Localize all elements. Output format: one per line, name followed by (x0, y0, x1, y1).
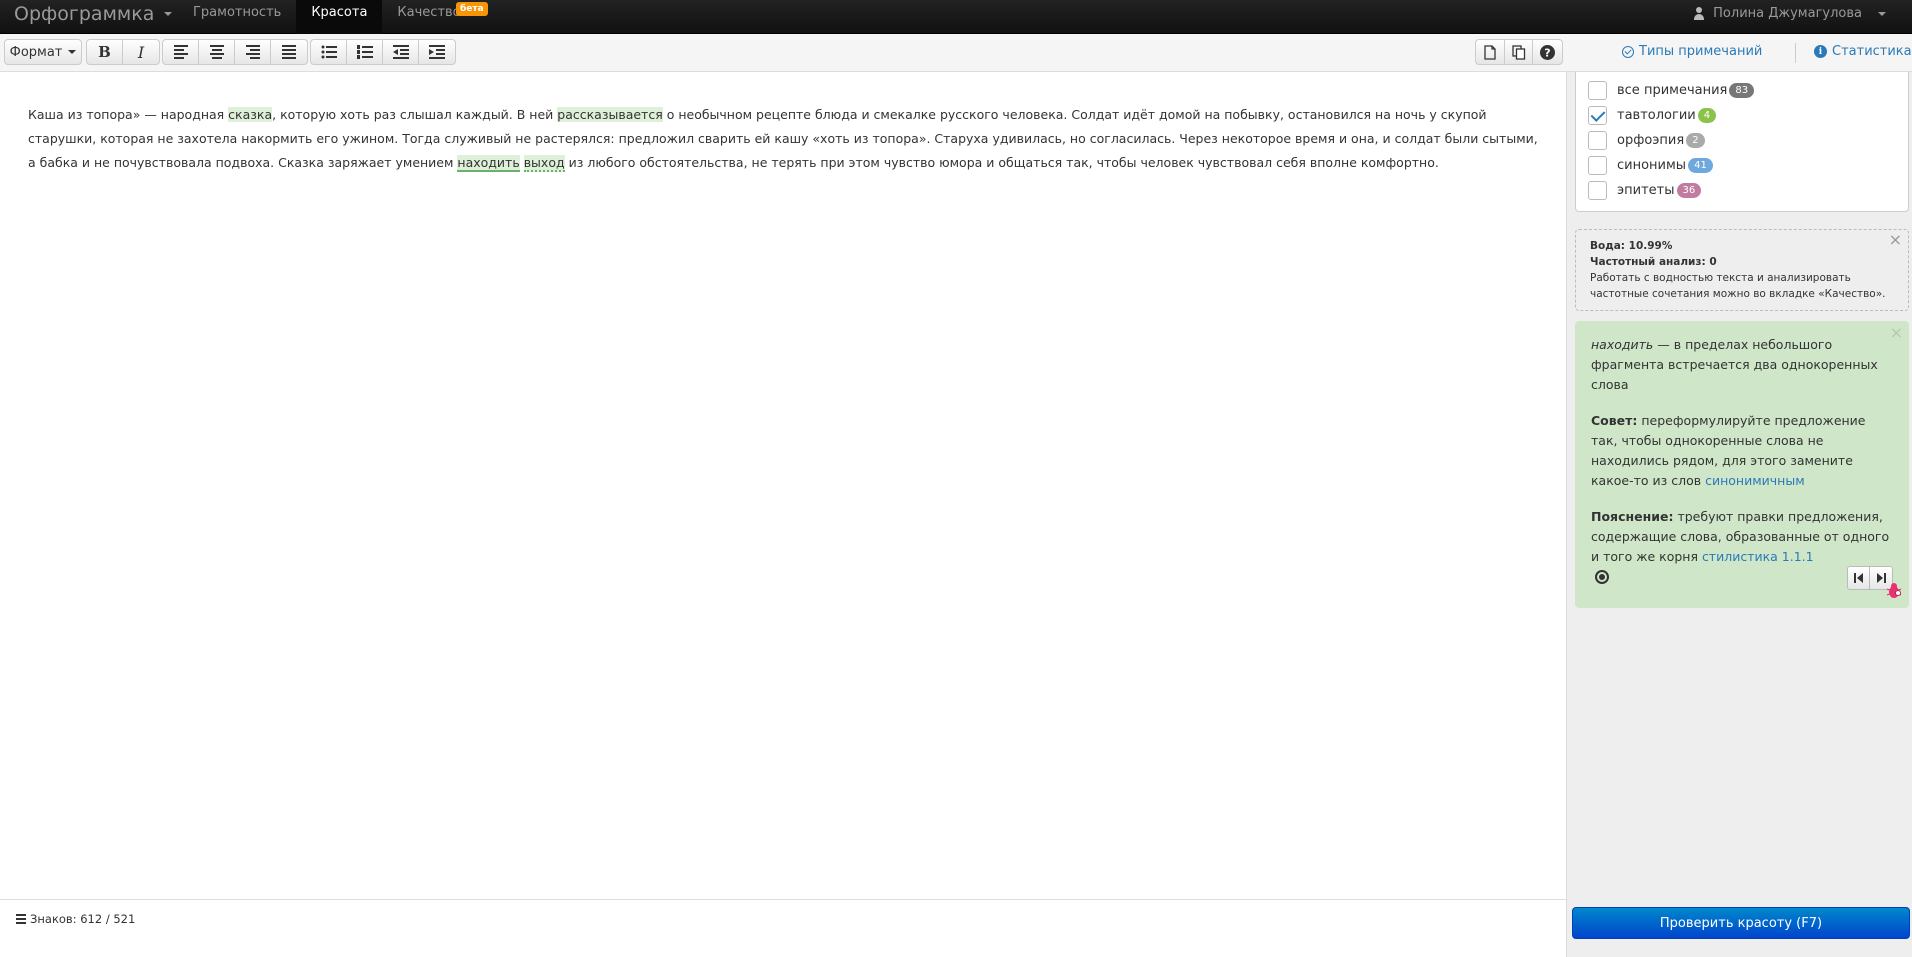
tab-kachestvo[interactable]: Качество бета (382, 0, 488, 34)
checkbox[interactable] (1588, 131, 1607, 150)
align-right-button[interactable] (235, 40, 271, 64)
divider (1795, 43, 1796, 63)
chevron-down-icon (1878, 11, 1886, 16)
statistics-tab[interactable]: i Статистика (1814, 44, 1912, 59)
highlighted-word-related[interactable]: выход (523, 155, 565, 172)
target-icon[interactable] (1595, 570, 1609, 584)
main-tabs: Грамотность Красота Качество бета (178, 0, 488, 34)
indent-icon (429, 45, 445, 59)
type-all[interactable]: все примечания 83 (1588, 78, 1908, 103)
note-types-list: все примечания 83 тавтологии 4 орфоэпия … (1575, 72, 1909, 212)
editor-footer: Знаков: 612 / 521 (0, 899, 1566, 957)
outdent-button[interactable] (383, 40, 419, 64)
text-run: , которую хоть раз слышал каждый. В ней (272, 107, 558, 122)
highlighted-word[interactable]: рассказывается (557, 107, 663, 122)
align-center-button[interactable] (199, 40, 235, 64)
help-icon: ? (1540, 44, 1556, 60)
text-run: из любого обстоятельства, не терять при … (564, 155, 1439, 170)
synonyms-link[interactable]: синонимичным (1705, 473, 1805, 488)
highlighted-word[interactable]: сказка (228, 107, 273, 122)
count-badge: 2 (1686, 133, 1705, 148)
checkbox[interactable] (1588, 181, 1607, 200)
copy-icon (1511, 44, 1525, 60)
notes-panel-header: Типы примечаний i Статистика (1566, 34, 1912, 72)
brand-menu[interactable]: Орфограммка (14, 3, 173, 25)
tab-krasota[interactable]: Красота (296, 0, 383, 34)
document-icon (1484, 44, 1496, 60)
chevron-down-icon (68, 50, 77, 54)
info-icon: i (1814, 45, 1827, 58)
svg-text:?: ? (1544, 46, 1550, 59)
bullet-list-icon (321, 45, 337, 59)
text-editor[interactable]: Каша из топора» — народная сказка, котор… (0, 73, 1566, 899)
numbered-list-button[interactable] (347, 40, 383, 64)
type-epithets[interactable]: эпитеты 36 (1588, 178, 1908, 203)
type-orthoepy[interactable]: орфоэпия 2 (1588, 128, 1908, 153)
user-menu[interactable]: Полина Джумагулова (1693, 6, 1886, 21)
align-right-icon (245, 45, 260, 59)
list-icon (16, 914, 26, 924)
panel-footer: Проверить красоту (F7) (1566, 899, 1912, 957)
water-value: Вода: 10.99% (1590, 240, 1673, 252)
checkbox-checked[interactable] (1588, 106, 1607, 125)
type-tautology[interactable]: тавтологии 4 (1588, 103, 1908, 128)
type-synonyms[interactable]: синонимы 41 (1588, 153, 1908, 178)
tip-controls (1591, 566, 1902, 598)
new-document-button[interactable] (1476, 40, 1505, 64)
chevron-down-icon (164, 12, 173, 16)
italic-button[interactable]: I (123, 40, 159, 64)
count-badge: 41 (1688, 158, 1713, 173)
editor-toolbar: Формат B I ? (0, 34, 1566, 72)
tip-advice: Совет: переформулируйте предложение так,… (1591, 413, 1866, 488)
tab-gramotnost[interactable]: Грамотность (178, 0, 296, 34)
align-left-icon (173, 45, 188, 59)
stylistics-rule-link[interactable]: стилистика 1.1.1 (1702, 549, 1814, 564)
numbered-list-icon (356, 45, 373, 59)
checkbox[interactable] (1588, 156, 1607, 175)
tip-explanation: Пояснение: требуют правки предложения, с… (1591, 509, 1890, 564)
top-navbar: Орфограммка Грамотность Красота Качество… (0, 0, 1912, 34)
bug-report-icon[interactable] (1885, 582, 1903, 600)
checkbox[interactable] (1588, 81, 1607, 100)
align-center-icon (209, 45, 224, 59)
frequency-value: Частотный анализ: 0 (1590, 256, 1717, 268)
highlighted-word-active[interactable]: находить (457, 155, 520, 172)
user-icon (1693, 7, 1705, 20)
tautology-tip-card: × находить — в пределах небольшого фрагм… (1575, 321, 1909, 608)
previous-icon[interactable] (1848, 567, 1870, 589)
count-badge: 4 (1697, 108, 1717, 123)
outdent-icon (392, 45, 409, 59)
brand-label: Орфограммка (14, 3, 155, 25)
close-icon[interactable]: × (1889, 232, 1902, 248)
beta-badge: бета (455, 2, 488, 16)
count-badge: 83 (1729, 83, 1755, 98)
notes-panel: все примечания 83 тавтологии 4 орфоэпия … (1566, 72, 1912, 899)
bold-button[interactable]: B (87, 40, 123, 64)
tip-description: находить — в пределах небольшого фрагмен… (1591, 337, 1878, 392)
help-button[interactable]: ? (1533, 40, 1562, 64)
indent-button[interactable] (419, 40, 455, 64)
copy-button[interactable] (1505, 40, 1534, 64)
water-info-box: × Вода: 10.99% Частотный анализ: 0 Работ… (1575, 229, 1909, 311)
text-run: Каша из топора» — народная (28, 107, 229, 122)
justify-icon (282, 45, 296, 59)
char-counter: Знаков: 612 / 521 (16, 912, 135, 926)
count-badge: 36 (1676, 183, 1702, 198)
check-beauty-button[interactable]: Проверить красоту (F7) (1572, 907, 1910, 939)
bullet-list-button[interactable] (311, 40, 347, 64)
water-note: Работать с водностью текста и анализиров… (1590, 272, 1886, 300)
check-circle-icon (1622, 45, 1634, 58)
align-left-button[interactable] (163, 40, 199, 64)
close-icon[interactable]: × (1890, 323, 1903, 343)
user-name: Полина Джумагулова (1713, 6, 1862, 21)
note-types-tab[interactable]: Типы примечаний (1622, 44, 1762, 59)
justify-button[interactable] (271, 40, 307, 64)
format-dropdown[interactable]: Формат (5, 40, 81, 64)
